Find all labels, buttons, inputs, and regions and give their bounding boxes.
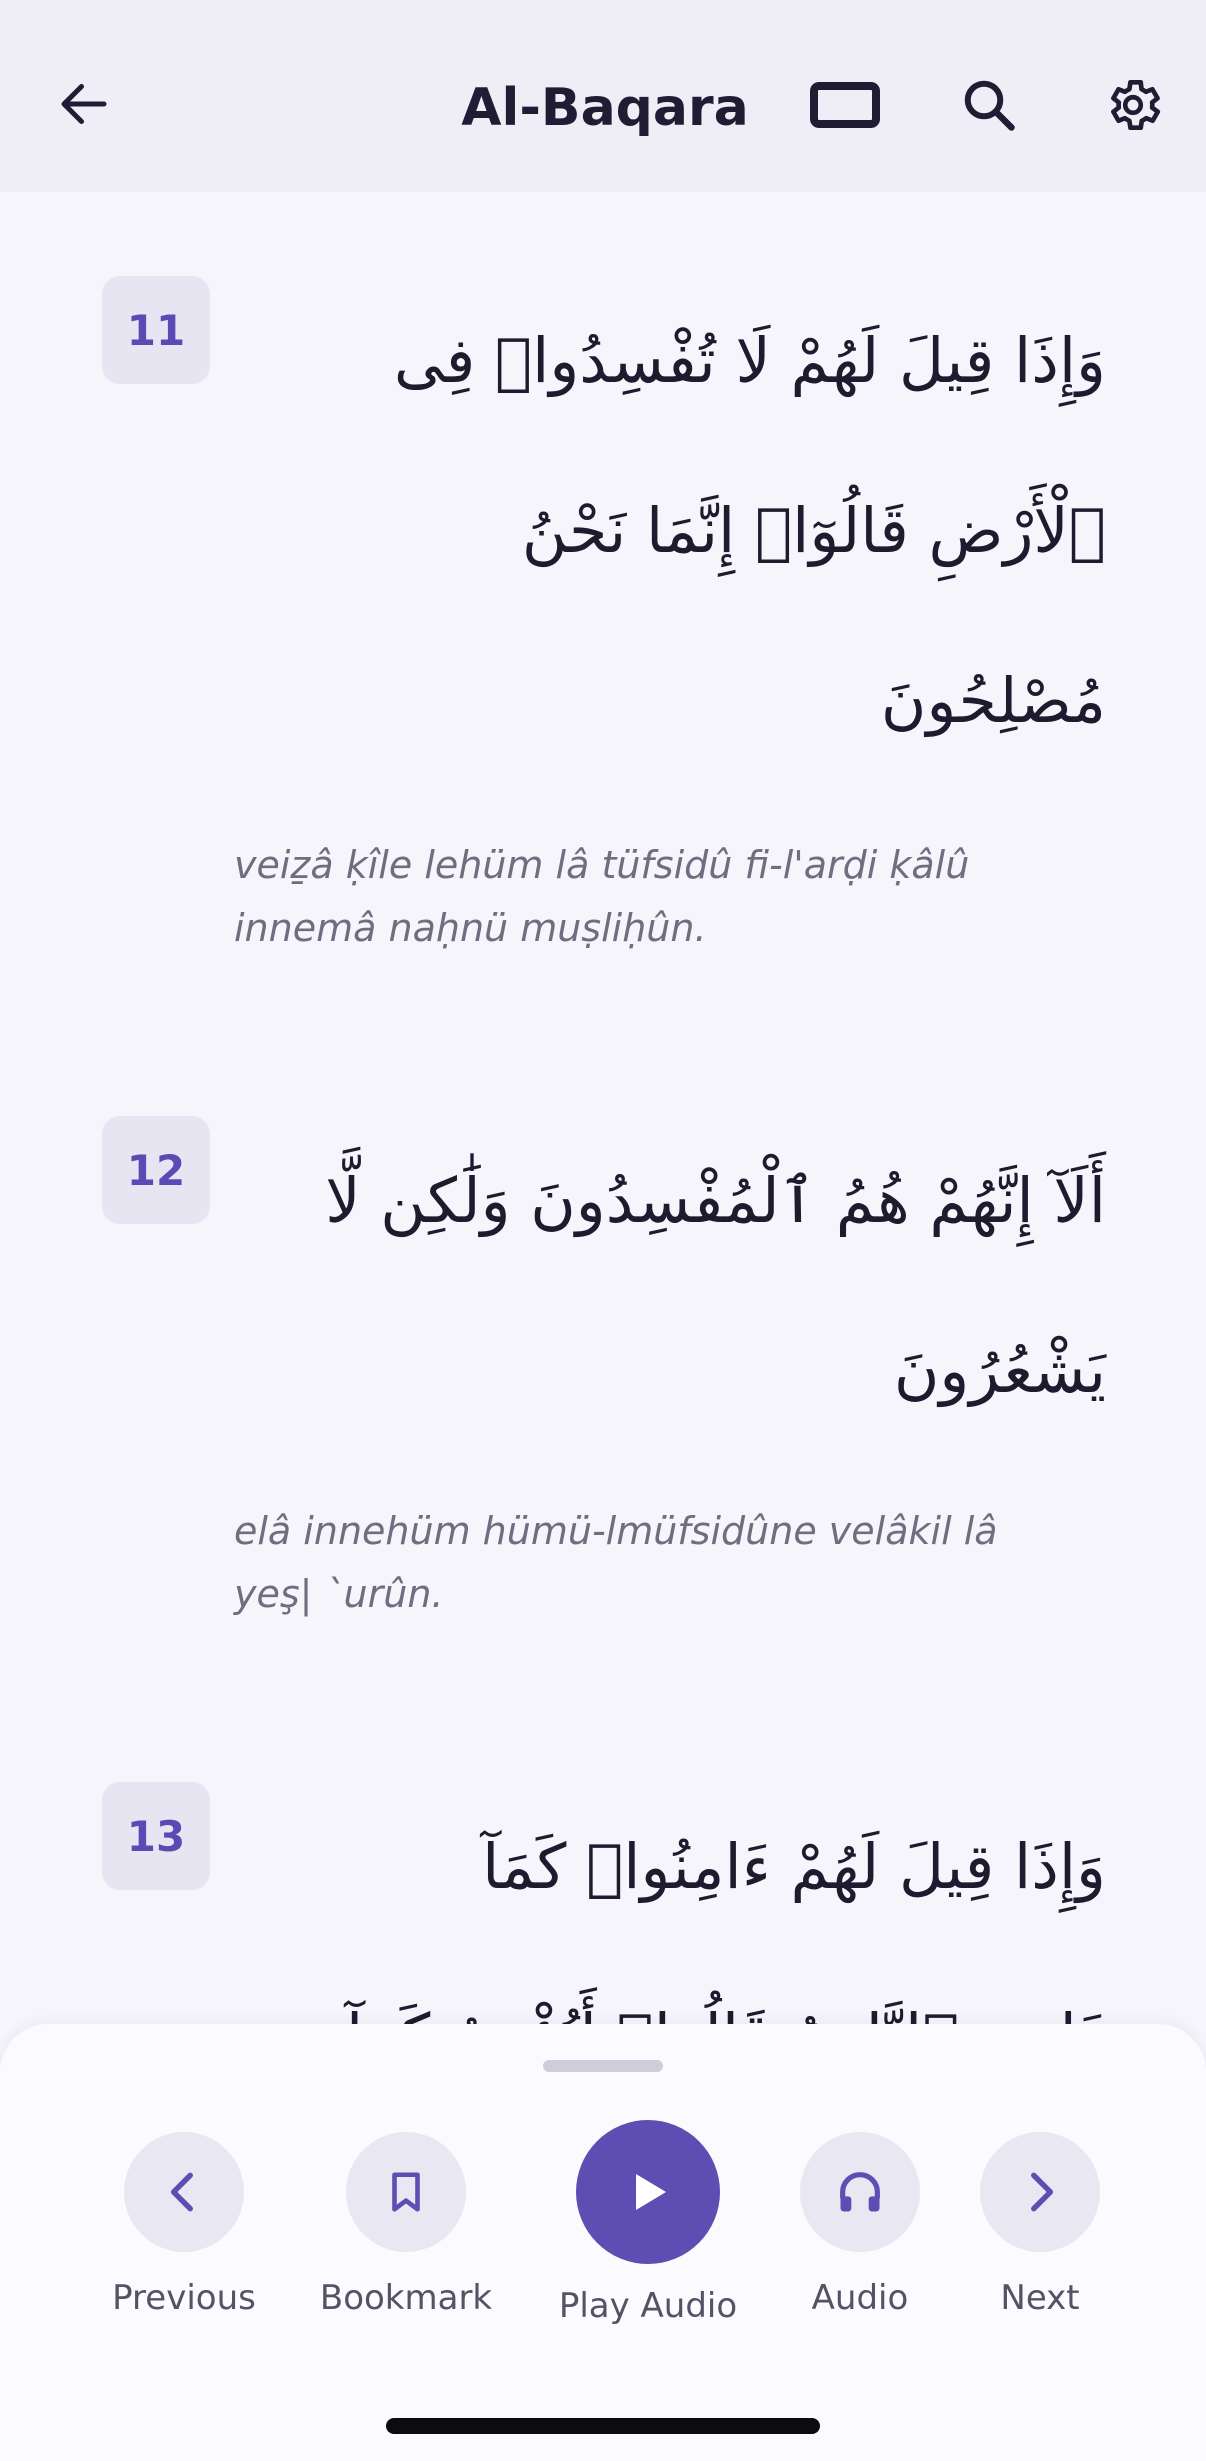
arabic-line: وَإِذَا قِيلَ لَهُمْ لَا تُفْسِدُوا۟ فِى: [393, 324, 1106, 397]
transliteration-line: yeş| `urûn.: [234, 1572, 444, 1616]
bookmark-label: Bookmark: [319, 2278, 493, 2318]
verse-number-badge: 12: [102, 1116, 210, 1224]
chevron-right-icon: [1031, 2172, 1054, 2212]
drag-handle[interactable]: [543, 2060, 663, 2072]
next-button[interactable]: Next: [940, 2132, 1140, 2318]
previous-button-circle[interactable]: [124, 2132, 244, 2252]
arabic-text: أَلَآ إِنَّهُمْ هُمُ ٱلْمُفْسِدُونَ وَلَ…: [240, 1116, 1106, 1456]
bookmark-icon: [392, 2172, 420, 2212]
transliteration-text: veiẕâ ḳîle lehüm lâ tüfsidû fi-l'arḍi ḳâ…: [234, 834, 1094, 960]
view-mode-button[interactable]: [800, 60, 890, 150]
arabic-line: أَلَآ إِنَّهُمْ هُمُ ٱلْمُفْسِدُونَ وَلَ…: [325, 1164, 1106, 1237]
chevron-left-icon: [170, 2172, 193, 2212]
transliteration-text: elâ innehüm hümü-lmüfsidûne velâkil lâ y…: [234, 1500, 1094, 1626]
audio-control-sheet: Previous Bookmark Play Audio Audio Next: [0, 2024, 1206, 2461]
previous-label: Previous: [112, 2278, 256, 2318]
back-button[interactable]: [36, 56, 132, 152]
verse-item[interactable]: 12 أَلَآ إِنَّهُمْ هُمُ ٱلْمُفْسِدُونَ و…: [0, 1112, 1206, 1712]
arabic-line: ٱلْأَرْضِ قَالُوٓا۟ إِنَّمَا نَحْنُ: [521, 494, 1106, 567]
gear-icon: [1111, 79, 1161, 131]
arabic-text: وَإِذَا قِيلَ لَهُمْ لَا تُفْسِدُوا۟ فِى…: [240, 276, 1106, 786]
bookmark-button[interactable]: Bookmark: [306, 2132, 506, 2318]
search-button[interactable]: [944, 60, 1034, 150]
rectangle-view-icon: [810, 82, 880, 128]
audio-label: Audio: [811, 2278, 909, 2318]
page-title: Al-Baqara: [461, 78, 749, 138]
audio-button[interactable]: Audio: [760, 2132, 960, 2318]
headphones-icon: [840, 2172, 880, 2212]
audio-button-circle[interactable]: [800, 2132, 920, 2252]
verse-number-badge: 13: [102, 1782, 210, 1890]
settings-button[interactable]: [1088, 60, 1178, 150]
search-icon: [964, 80, 1015, 131]
arabic-line: وَإِذَا قِيلَ لَهُمْ ءَامِنُوا۟ كَمَآ: [482, 1830, 1106, 1903]
verse-number-badge: 11: [102, 276, 210, 384]
play-audio-label: Play Audio: [558, 2286, 738, 2326]
top-app-bar: Al-Baqara: [0, 0, 1206, 192]
play-icon: [636, 2174, 666, 2210]
arabic-line: مُصْلِحُونَ: [880, 664, 1106, 737]
play-audio-button[interactable]: Play Audio: [538, 2120, 758, 2326]
transliteration-line: veiẕâ ḳîle lehüm lâ tüfsidû fi-l'arḍi ḳâ…: [234, 843, 970, 887]
bookmark-button-circle[interactable]: [346, 2132, 466, 2252]
transliteration-line: innemâ naḥnü muṣliḥûn.: [234, 906, 707, 950]
next-label: Next: [1000, 2278, 1080, 2318]
next-button-circle[interactable]: [980, 2132, 1100, 2252]
arabic-line: يَشْعُرُونَ: [893, 1334, 1106, 1407]
play-button-circle[interactable]: [576, 2120, 720, 2264]
transliteration-line: elâ innehüm hümü-lmüfsidûne velâkil lâ: [234, 1509, 998, 1553]
verse-item[interactable]: 11 وَإِذَا قِيلَ لَهُمْ لَا تُفْسِدُوا۟ …: [0, 192, 1206, 1022]
home-indicator[interactable]: [386, 2418, 820, 2434]
arrow-left-icon: [61, 84, 107, 124]
previous-button[interactable]: Previous: [84, 2132, 284, 2318]
